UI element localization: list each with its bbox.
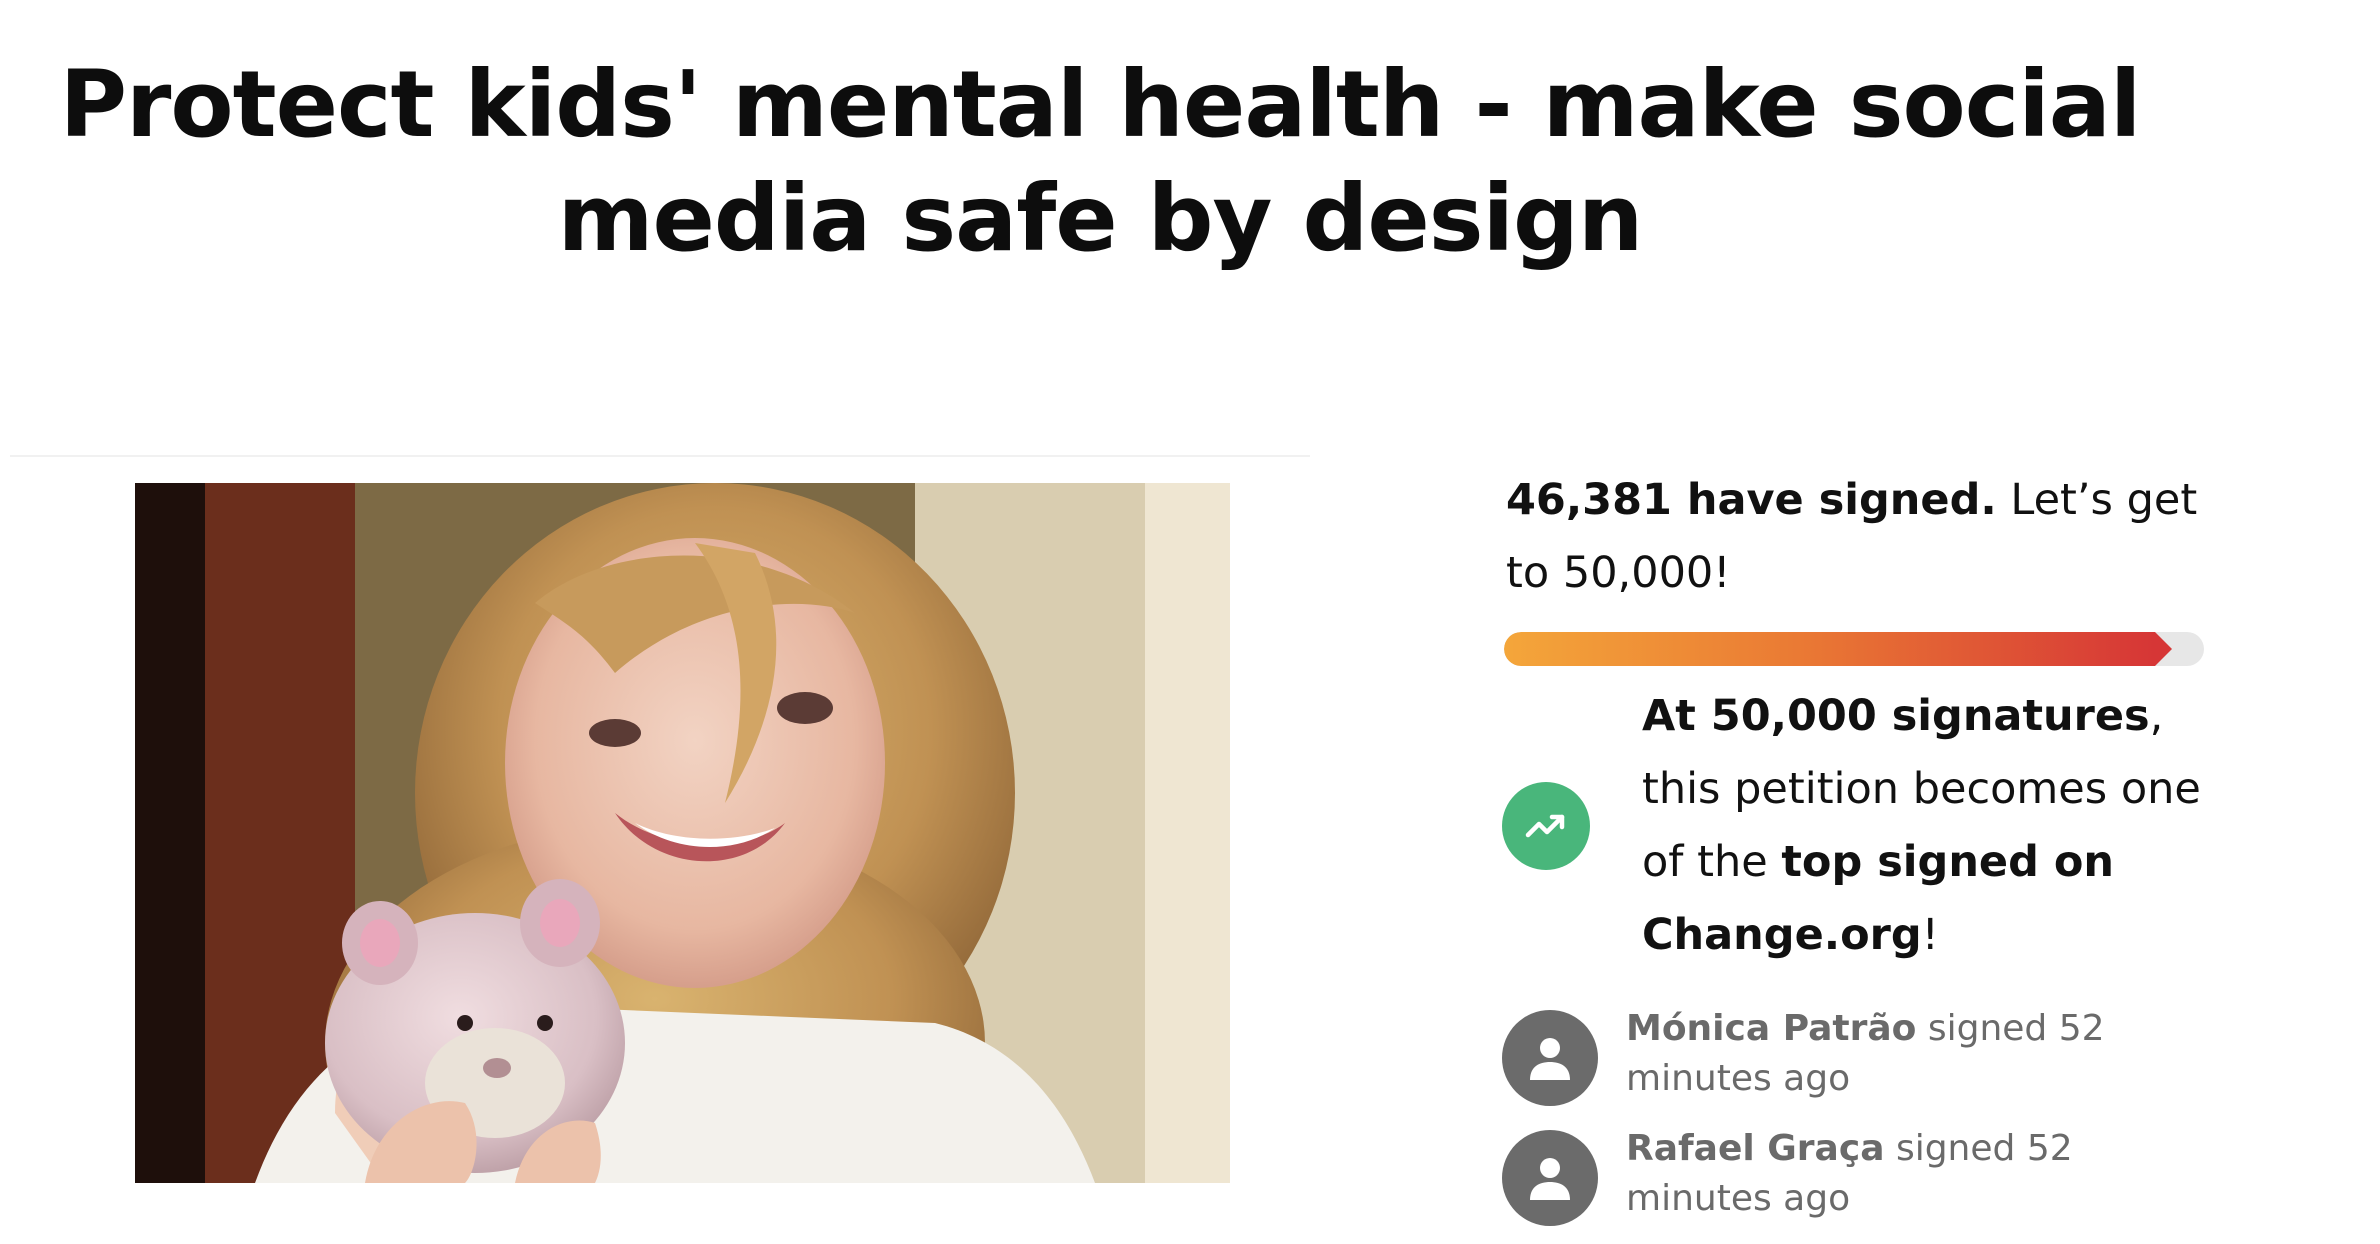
user-avatar-icon xyxy=(1502,1130,1598,1226)
signer-name: Mónica Patrão xyxy=(1626,1008,1917,1049)
recent-signer: Rafael Graça signed 52 minutes ago xyxy=(1502,1128,2262,1230)
signature-progress-fill xyxy=(1504,632,2155,666)
milestone-text-end: ! xyxy=(1921,910,1939,960)
signer-name: Rafael Graça xyxy=(1626,1128,1885,1169)
petition-title: Protect kids' mental health - make socia… xyxy=(59,51,2142,272)
signature-count-text: 46,381 have signed. Let’s get to 50,000! xyxy=(1506,464,2226,610)
signer-activity-text: Mónica Patrão signed 52 minutes ago xyxy=(1626,1004,2186,1104)
progress-arrow-icon xyxy=(2155,632,2172,666)
signature-count: 46,381 have signed. xyxy=(1506,475,1997,525)
trending-up-icon xyxy=(1502,782,1590,870)
petition-image-frame xyxy=(10,455,1310,1187)
signature-progress-bar xyxy=(1504,632,2204,666)
recent-signer: Mónica Patrão signed 52 minutes ago xyxy=(1502,1008,2262,1110)
milestone-threshold: At 50,000 signatures xyxy=(1642,691,2150,741)
user-avatar-icon xyxy=(1502,1010,1598,1106)
signer-activity-text: Rafael Graça signed 52 minutes ago xyxy=(1626,1124,2186,1224)
petition-photo xyxy=(135,483,1230,1183)
milestone-message: At 50,000 signatures, this petition beco… xyxy=(1642,680,2222,972)
